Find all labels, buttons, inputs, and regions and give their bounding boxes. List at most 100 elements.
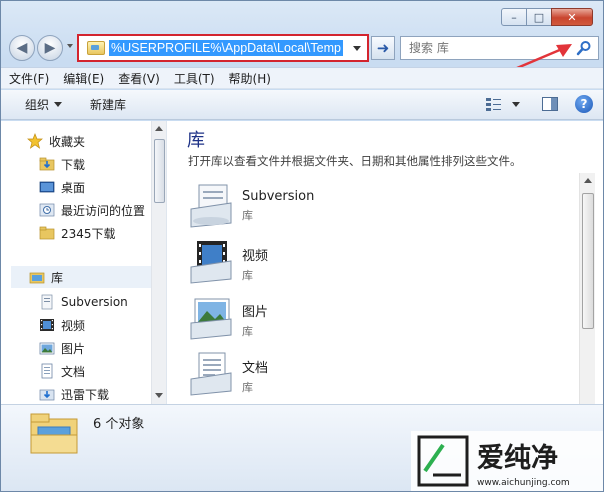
- nav-item-videos[interactable]: 视频: [39, 314, 85, 336]
- nav-item-label: Subversion: [61, 295, 128, 309]
- preview-pane-button[interactable]: [541, 95, 559, 113]
- forward-arrow-icon: ▶: [44, 40, 56, 56]
- item-count: 6 个对象: [93, 417, 145, 432]
- content-scroll-thumb[interactable]: [582, 193, 594, 329]
- subversion-icon: [41, 294, 53, 310]
- maximize-button[interactable]: □: [526, 8, 552, 26]
- help-icon: ?: [575, 95, 593, 113]
- organize-button[interactable]: 组织: [25, 96, 63, 113]
- documents-library-icon: [190, 352, 232, 396]
- forward-button[interactable]: ▶: [37, 35, 63, 61]
- library-item-name: 文档: [242, 361, 269, 376]
- library-item-videos[interactable]: 视频 库: [187, 239, 268, 289]
- nav-item-documents[interactable]: 文档: [39, 360, 85, 382]
- menu-bar: 文件(F) 编辑(E) 查看(V) 工具(T) 帮助(H): [1, 67, 603, 89]
- nav-favorites[interactable]: 收藏夹: [27, 130, 85, 152]
- pictures-icon: [39, 342, 55, 355]
- scroll-down-icon[interactable]: [155, 393, 163, 398]
- chevron-down-icon: [54, 102, 63, 107]
- menu-help[interactable]: 帮助(H): [229, 70, 271, 87]
- view-options-button[interactable]: [485, 95, 503, 113]
- new-library-button[interactable]: 新建库: [90, 96, 126, 113]
- library-item-name: 视频: [242, 249, 269, 264]
- library-item-name: Subversion: [242, 189, 315, 204]
- page-title: 库: [187, 130, 205, 151]
- library-item-type: 库: [242, 325, 253, 338]
- video-library-icon: [190, 241, 232, 284]
- nav-libraries-row[interactable]: 库: [11, 266, 151, 288]
- library-item-subversion[interactable]: Subversion 库: [187, 183, 314, 233]
- menu-tools[interactable]: 工具(T): [174, 70, 215, 87]
- back-button[interactable]: ◀: [9, 35, 35, 61]
- svg-text:www.aichunjing.com: www.aichunjing.com: [477, 478, 570, 488]
- view-dropdown-button[interactable]: [507, 95, 525, 113]
- desktop-icon: [39, 181, 55, 193]
- close-button[interactable]: ✕: [551, 8, 593, 26]
- view-list-icon: [486, 98, 501, 111]
- page-description: 打开库以查看文件并根据文件夹、日期和其他属性排列这些文件。: [188, 154, 522, 168]
- nav-item-label: 下载: [61, 157, 86, 172]
- recent-pages-dropdown[interactable]: [67, 44, 73, 48]
- caption-buttons: – □ ✕: [501, 8, 593, 26]
- nav-item-label: 文档: [61, 364, 86, 379]
- pictures-library-icon: [190, 298, 232, 340]
- nav-pane-scrollbar[interactable]: [151, 121, 166, 404]
- nav-item-label: 视频: [61, 318, 86, 333]
- downloads-folder-icon: [39, 157, 55, 171]
- library-item-type: 库: [242, 381, 253, 394]
- nav-item-pictures[interactable]: 图片: [39, 337, 85, 359]
- nav-libraries[interactable]: 库: [29, 266, 63, 288]
- video-icon: [40, 319, 54, 331]
- menu-view[interactable]: 查看(V): [118, 70, 160, 87]
- menu-file[interactable]: 文件(F): [9, 70, 49, 87]
- xunlei-download-icon: [39, 389, 55, 401]
- library-content: 库 打开库以查看文件并根据文件夹、日期和其他属性排列这些文件。 Subversi…: [167, 121, 603, 404]
- documents-icon: [41, 363, 53, 379]
- library-item-pictures[interactable]: 图片 库: [187, 295, 268, 345]
- scroll-up-icon[interactable]: [584, 178, 592, 183]
- library-folder-icon: [87, 41, 105, 55]
- nav-item-label: 2345下载: [61, 226, 116, 241]
- recent-places-icon: [39, 203, 55, 217]
- preview-pane-icon: [542, 97, 558, 111]
- library-item-name: 图片: [242, 305, 269, 320]
- chevron-down-icon: [512, 101, 520, 107]
- nav-item-label: 迅雷下载: [61, 387, 110, 402]
- navigation-pane: 收藏夹 下载 桌面 最近访问的位置 2345下载 库 Subversion 视频…: [1, 121, 167, 404]
- library-item-type: 库: [242, 209, 253, 222]
- nav-item-label: 图片: [61, 341, 86, 356]
- explorer-window: – □ ✕ ◀ ▶ %USERPROFILE%\AppData\Local\Te…: [0, 0, 604, 492]
- address-path[interactable]: %USERPROFILE%\AppData\Local\Temp: [109, 40, 343, 56]
- go-button[interactable]: ➜: [371, 36, 395, 60]
- organize-label: 组织: [25, 98, 50, 112]
- new-library-label: 新建库: [90, 98, 127, 112]
- svg-text:爱纯净: 爱纯净: [477, 442, 558, 474]
- aichunjing-watermark-logo: 爱纯净 www.aichunjing.com: [411, 431, 603, 491]
- folder-icon: [39, 226, 55, 240]
- minimize-button[interactable]: –: [501, 8, 527, 26]
- nav-item-2345-downloads[interactable]: 2345下载: [39, 222, 116, 244]
- help-button[interactable]: ?: [575, 95, 593, 113]
- toolbar-right-group: ?: [473, 95, 593, 113]
- nav-item-downloads[interactable]: 下载: [39, 153, 85, 175]
- search-icon[interactable]: [576, 40, 592, 56]
- address-dropdown-icon[interactable]: [353, 46, 361, 51]
- nav-item-label: 最近访问的位置: [61, 203, 146, 218]
- scroll-up-icon[interactable]: [155, 126, 163, 131]
- nav-libraries-label: 库: [51, 270, 64, 285]
- nav-item-recent-places[interactable]: 最近访问的位置: [39, 199, 145, 221]
- nav-item-desktop[interactable]: 桌面: [39, 176, 85, 198]
- star-icon: [27, 133, 43, 149]
- content-scrollbar[interactable]: [579, 173, 595, 404]
- command-bar: 组织 新建库 ?: [1, 90, 603, 120]
- library-item-type: 库: [242, 269, 253, 282]
- nav-pane-scroll-thumb[interactable]: [154, 139, 165, 203]
- nav-item-subversion[interactable]: Subversion: [39, 291, 128, 313]
- menu-edit[interactable]: 编辑(E): [63, 70, 104, 87]
- subversion-library-icon: [190, 184, 232, 228]
- library-folder-icon: [30, 413, 78, 454]
- nav-item-xunlei-downloads[interactable]: 迅雷下载: [39, 383, 109, 404]
- address-bar[interactable]: %USERPROFILE%\AppData\Local\Temp: [77, 34, 369, 62]
- library-item-documents[interactable]: 文档 库: [187, 351, 268, 401]
- back-arrow-icon: ◀: [16, 40, 28, 56]
